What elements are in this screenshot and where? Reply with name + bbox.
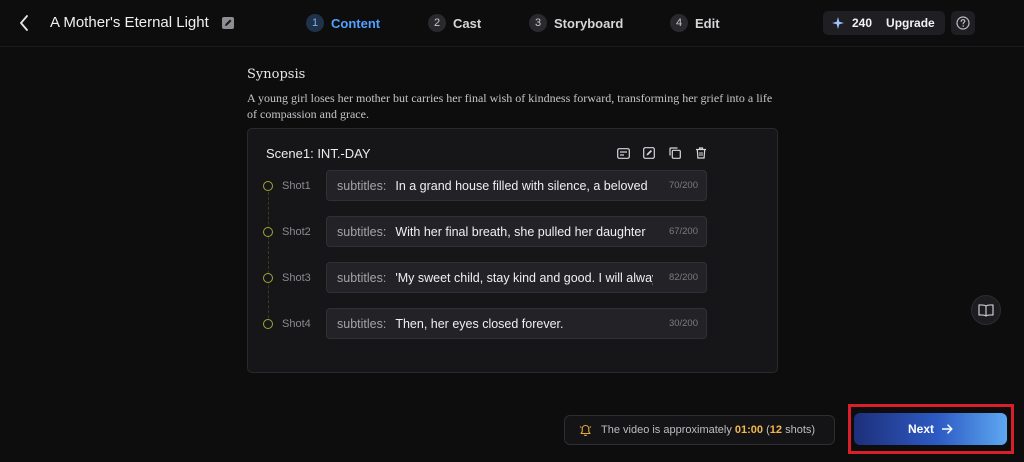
subtitle-prefix: subtitles: (337, 178, 387, 193)
shot-timeline-dot (263, 227, 273, 237)
step-edit[interactable]: 4 Edit (670, 12, 720, 34)
synopsis-text: A young girl loses her mother but carrie… (247, 91, 773, 121)
next-label: Next (907, 422, 934, 436)
character-count: 67/200 (668, 226, 698, 237)
shot-subtitle-input[interactable]: subtitles: With her final breath, she pu… (326, 216, 707, 247)
help-button[interactable] (951, 11, 975, 35)
scene-image-button[interactable] (616, 146, 630, 160)
image-icon (616, 147, 630, 159)
video-estimate-notice: The video is approximately 01:00 (12 sho… (564, 415, 835, 445)
bell-icon (579, 424, 592, 436)
shot-timeline-dot (263, 273, 273, 283)
subtitle-prefix: subtitles: (337, 224, 387, 239)
top-bar: A Mother's Eternal Light 1 Content 2 Cas… (0, 0, 1024, 47)
shot-timeline-dot (263, 181, 273, 191)
estimate-text: The video is approximately 01:00 (12 sho… (601, 424, 815, 436)
step-storyboard[interactable]: 3 Storyboard (529, 12, 623, 34)
step-label: Edit (695, 15, 720, 31)
step-number: 4 (670, 14, 688, 32)
step-number: 3 (529, 14, 547, 32)
shot-label: Shot3 (282, 272, 311, 284)
scene-copy-button[interactable] (668, 146, 682, 160)
shot-subtitle-input[interactable]: subtitles: 'My sweet child, stay kind an… (326, 262, 707, 293)
shot-subtitle-input[interactable]: subtitles: In a grand house filled with … (326, 170, 707, 201)
step-cast[interactable]: 2 Cast (428, 12, 481, 34)
scene-toolbar (616, 146, 720, 160)
edit-title-button[interactable] (221, 16, 235, 30)
shot-subtitle-input[interactable]: subtitles: Then, her eyes closed forever… (326, 308, 707, 339)
side-guide-button[interactable] (971, 295, 1001, 325)
step-label: Content (331, 15, 381, 31)
subtitle-text: 'My sweet child, stay kind and good. I w… (395, 270, 654, 285)
pencil-icon (222, 17, 234, 29)
book-icon (978, 303, 994, 317)
copy-icon (669, 147, 681, 159)
scene-card: Scene1: INT.-DAY Shot1 subtitles: In a g… (247, 128, 778, 373)
arrow-right-icon (942, 424, 953, 434)
character-count: 30/200 (668, 318, 698, 329)
shot-timeline (268, 187, 269, 323)
estimate-duration: 01:00 (734, 424, 764, 436)
scene-edit-button[interactable] (642, 146, 656, 160)
project-title: A Mother's Eternal Light (50, 14, 209, 31)
scene-delete-button[interactable] (694, 146, 708, 160)
back-button[interactable] (14, 12, 34, 34)
estimate-open-paren: ( (763, 424, 770, 436)
sparkle-icon (832, 17, 844, 29)
step-label: Cast (453, 15, 482, 31)
shot-timeline-dot (263, 319, 273, 329)
credits-count: 240 (852, 16, 873, 30)
step-number: 1 (306, 14, 324, 32)
subtitle-text: Then, her eyes closed forever. (395, 316, 564, 331)
subtitle-text: In a grand house filled with silence, a … (395, 178, 648, 193)
upgrade-label: Upgrade (886, 16, 935, 30)
shot-label: Shot2 (282, 226, 311, 238)
step-number: 2 (428, 14, 446, 32)
step-content[interactable]: 1 Content (306, 12, 380, 34)
edit-icon (643, 147, 655, 159)
estimate-suffix: shots) (782, 424, 816, 436)
character-count: 70/200 (668, 180, 698, 191)
trash-icon (696, 147, 706, 159)
subtitle-text: With her final breath, she pulled her da… (395, 224, 646, 239)
estimate-prefix: The video is approximately (601, 424, 735, 436)
synopsis-heading: Synopsis (247, 67, 306, 82)
scene-title: Scene1: INT.-DAY (266, 146, 371, 161)
subtitle-prefix: subtitles: (337, 316, 387, 331)
next-button[interactable]: Next (854, 413, 1007, 445)
step-label: Storyboard (554, 15, 624, 31)
chevron-left-icon (20, 15, 28, 31)
question-circle-icon (956, 16, 970, 30)
shot-label: Shot1 (282, 180, 311, 192)
credits-upgrade-button[interactable]: 240 Upgrade (823, 11, 945, 35)
shot-label: Shot4 (282, 318, 311, 330)
subtitle-prefix: subtitles: (337, 270, 387, 285)
estimate-shot-count: 12 (769, 424, 783, 436)
character-count: 82/200 (668, 272, 698, 283)
